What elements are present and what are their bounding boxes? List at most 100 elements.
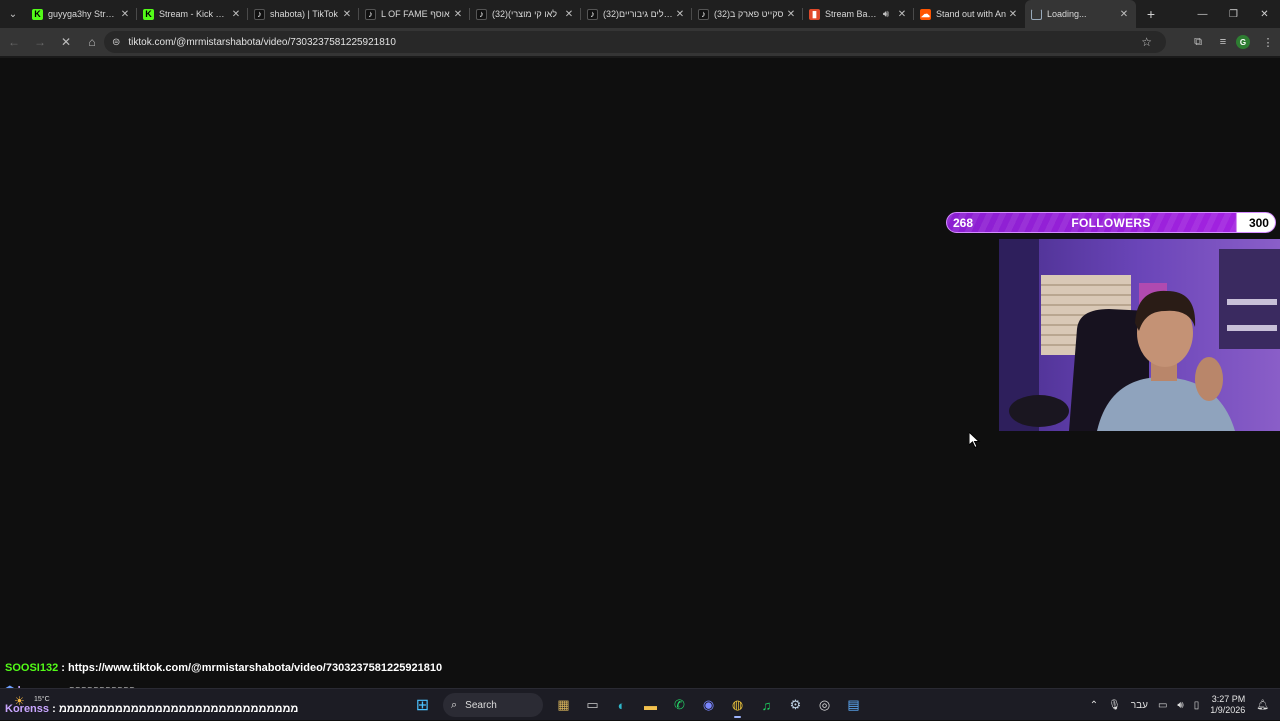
bookmark-star-icon[interactable]: ☆: [1141, 35, 1152, 49]
close-tab-icon[interactable]: ✕: [1007, 9, 1019, 20]
media-controls-icon[interactable]: ≡: [1211, 30, 1235, 54]
restore-icon[interactable]: ❐: [1218, 0, 1249, 28]
stop-loading-icon[interactable]: ✕: [54, 30, 78, 54]
notifications-bell-icon[interactable]: 🔔︎: [1256, 700, 1269, 711]
tab-stream-bazooka[interactable]: ▮ Stream Bazooka 🔊︎ ✕: [803, 0, 914, 28]
mouse-cursor-icon: [969, 432, 981, 448]
tiktok-icon: ♪: [254, 8, 265, 20]
tab-title: (32)(לאו קי מוצרי: [492, 9, 557, 19]
windows-start-icon[interactable]: ⊞: [408, 691, 437, 719]
chat-username: SOOSI132: [5, 662, 59, 674]
tab-title: Stream - Kick Dash: [159, 9, 230, 19]
tiktok-icon: ♪: [698, 8, 709, 20]
widgets-icon[interactable]: ▦: [549, 691, 578, 719]
close-tab-icon[interactable]: ✕: [896, 9, 908, 20]
profile-avatar[interactable]: G: [1236, 35, 1250, 49]
tab-title: (32)גדולים גיבוריים: [603, 9, 674, 19]
volume-icon[interactable]: 🔊︎: [1177, 700, 1183, 711]
streambazooka-icon: ▮: [809, 8, 820, 20]
followers-current: 268: [953, 215, 974, 230]
chat-message: Korenss : ממממממממממממממממממממממממממממממ: [5, 703, 299, 715]
microphone-icon[interactable]: 🎙︎: [1108, 700, 1121, 711]
browser-toolbar: ← → ✕ ⌂ ⊜ tiktok.com/@mrmistarshabota/vi…: [0, 28, 1280, 56]
tab-title: Loading...: [1047, 9, 1087, 19]
close-tab-icon[interactable]: ✕: [452, 9, 464, 20]
tiktok-icon: ♪: [476, 8, 487, 20]
weather-temp: 15°C: [34, 696, 50, 703]
tab-loading[interactable]: Loading... ✕: [1025, 0, 1136, 28]
tab-kick-dashboard[interactable]: K Stream - Kick Dash ✕: [137, 0, 248, 28]
tiktok-icon: ♪: [365, 8, 376, 20]
clock-date: 1/9/2026: [1210, 705, 1246, 715]
spotify-icon[interactable]: ♫: [752, 691, 781, 719]
tab-kick-stream[interactable]: K guyyga3hy Stream ✕: [26, 0, 137, 28]
steam-icon[interactable]: ⚙: [781, 691, 810, 719]
close-tab-icon[interactable]: ✕: [785, 9, 797, 20]
tab-title: L OF FAME אוסף: [381, 9, 450, 19]
followers-goal: 300: [1248, 215, 1269, 230]
url-text[interactable]: tiktok.com/@mrmistarshabota/video/730323…: [128, 37, 396, 48]
tiktok-icon: ♪: [587, 8, 598, 20]
home-icon[interactable]: ⌂: [80, 30, 104, 54]
search-label: Search: [465, 699, 497, 711]
tab-soundcloud[interactable]: ☁ Stand out with An ✕: [914, 0, 1025, 28]
close-tab-icon[interactable]: ✕: [674, 9, 686, 20]
notepad-icon[interactable]: ▤: [839, 691, 868, 719]
kick-icon: K: [32, 8, 43, 20]
clock[interactable]: 3:27 PM 1/9/2026: [1210, 694, 1245, 716]
file-explorer-icon[interactable]: ▬: [636, 691, 665, 719]
close-tab-icon[interactable]: ✕: [119, 9, 131, 20]
extensions-icon[interactable]: ⧉: [1186, 30, 1210, 54]
tab-strip: ⌄ K guyyga3hy Stream ✕ K Stream - Kick D…: [0, 0, 1280, 28]
forward-arrow-icon[interactable]: →: [28, 30, 52, 54]
close-tab-icon[interactable]: ✕: [1118, 9, 1130, 20]
tab-title: Stand out with An: [936, 9, 1007, 19]
discord-icon[interactable]: ◉: [694, 691, 723, 719]
tab-tiktok-1[interactable]: ♪ shabota) | TikTok ✕: [248, 0, 359, 28]
chat-username: Korenss: [5, 703, 50, 715]
loading-bar: [0, 56, 1280, 58]
close-window-icon[interactable]: ✕: [1249, 0, 1280, 28]
tab-title: shabota) | TikTok: [270, 9, 338, 19]
kick-icon: K: [143, 8, 154, 20]
obs-icon[interactable]: ◎: [810, 691, 839, 719]
followers-goal-bar: 268 FOLLOWERS 300: [946, 212, 1276, 233]
tab-tiktok-2[interactable]: ♪ L OF FAME אוסף ✕: [359, 0, 470, 28]
tab-title: guyyga3hy Stream: [48, 9, 119, 19]
loading-spinner-icon: [1031, 8, 1042, 20]
language-indicator[interactable]: עבר: [1131, 700, 1148, 711]
chat-message: SOOSI132 : https://www.tiktok.com/@mrmis…: [5, 662, 443, 674]
chevron-up-icon[interactable]: ⌃: [1090, 700, 1098, 711]
chat-text: ממממממממממממממממממממממממממממממ: [58, 703, 299, 715]
taskbar-search[interactable]: ⌕ Search: [443, 693, 543, 717]
followers-label: FOLLOWERS: [1071, 215, 1151, 230]
new-tab-button[interactable]: +: [1136, 6, 1166, 22]
close-tab-icon[interactable]: ✕: [341, 9, 353, 20]
tab-tiktok-4[interactable]: ♪ (32)גדולים גיבוריים ✕: [581, 0, 692, 28]
whatsapp-icon[interactable]: ✆: [665, 691, 694, 719]
battery-icon[interactable]: ▯: [1194, 700, 1200, 711]
speaker-icon[interactable]: 🔊︎: [880, 9, 892, 20]
task-view-icon[interactable]: ▭: [578, 691, 607, 719]
menu-kebab-icon[interactable]: ⋮: [1256, 30, 1280, 54]
edge-icon[interactable]: ◐: [607, 691, 636, 719]
system-tray: ⌃ 🎙︎ עבר ▭ 🔊︎ ▯ 3:27 PM 1/9/2026 🔔︎: [1085, 689, 1274, 721]
clock-time: 3:27 PM: [1211, 694, 1246, 704]
tab-tiktok-3[interactable]: ♪ (32)(לאו קי מוצרי ✕: [470, 0, 581, 28]
network-icon[interactable]: ▭: [1158, 700, 1167, 711]
tab-title: (32)סקייט פארק ב: [714, 9, 784, 19]
chat-text: https://www.tiktok.com/@mrmistarshabota/…: [67, 662, 443, 674]
search-icon: ⌕: [451, 698, 458, 711]
tab-search-button[interactable]: ⌄: [0, 0, 26, 28]
close-tab-icon[interactable]: ✕: [563, 9, 575, 20]
back-arrow-icon[interactable]: ←: [2, 30, 26, 54]
minimize-icon[interactable]: —: [1187, 0, 1218, 28]
close-tab-icon[interactable]: ✕: [230, 9, 242, 20]
tab-tiktok-5[interactable]: ♪ (32)סקייט פארק ב ✕: [692, 0, 803, 28]
site-info-icon[interactable]: ⊜: [112, 37, 120, 48]
address-bar[interactable]: ⊜ tiktok.com/@mrmistarshabota/video/7303…: [104, 31, 1166, 53]
webcam-feed: [999, 239, 1280, 431]
tab-title: Stream Bazooka: [825, 9, 880, 19]
soundcloud-icon: ☁: [920, 8, 931, 20]
chrome-icon[interactable]: ◍: [723, 691, 752, 719]
